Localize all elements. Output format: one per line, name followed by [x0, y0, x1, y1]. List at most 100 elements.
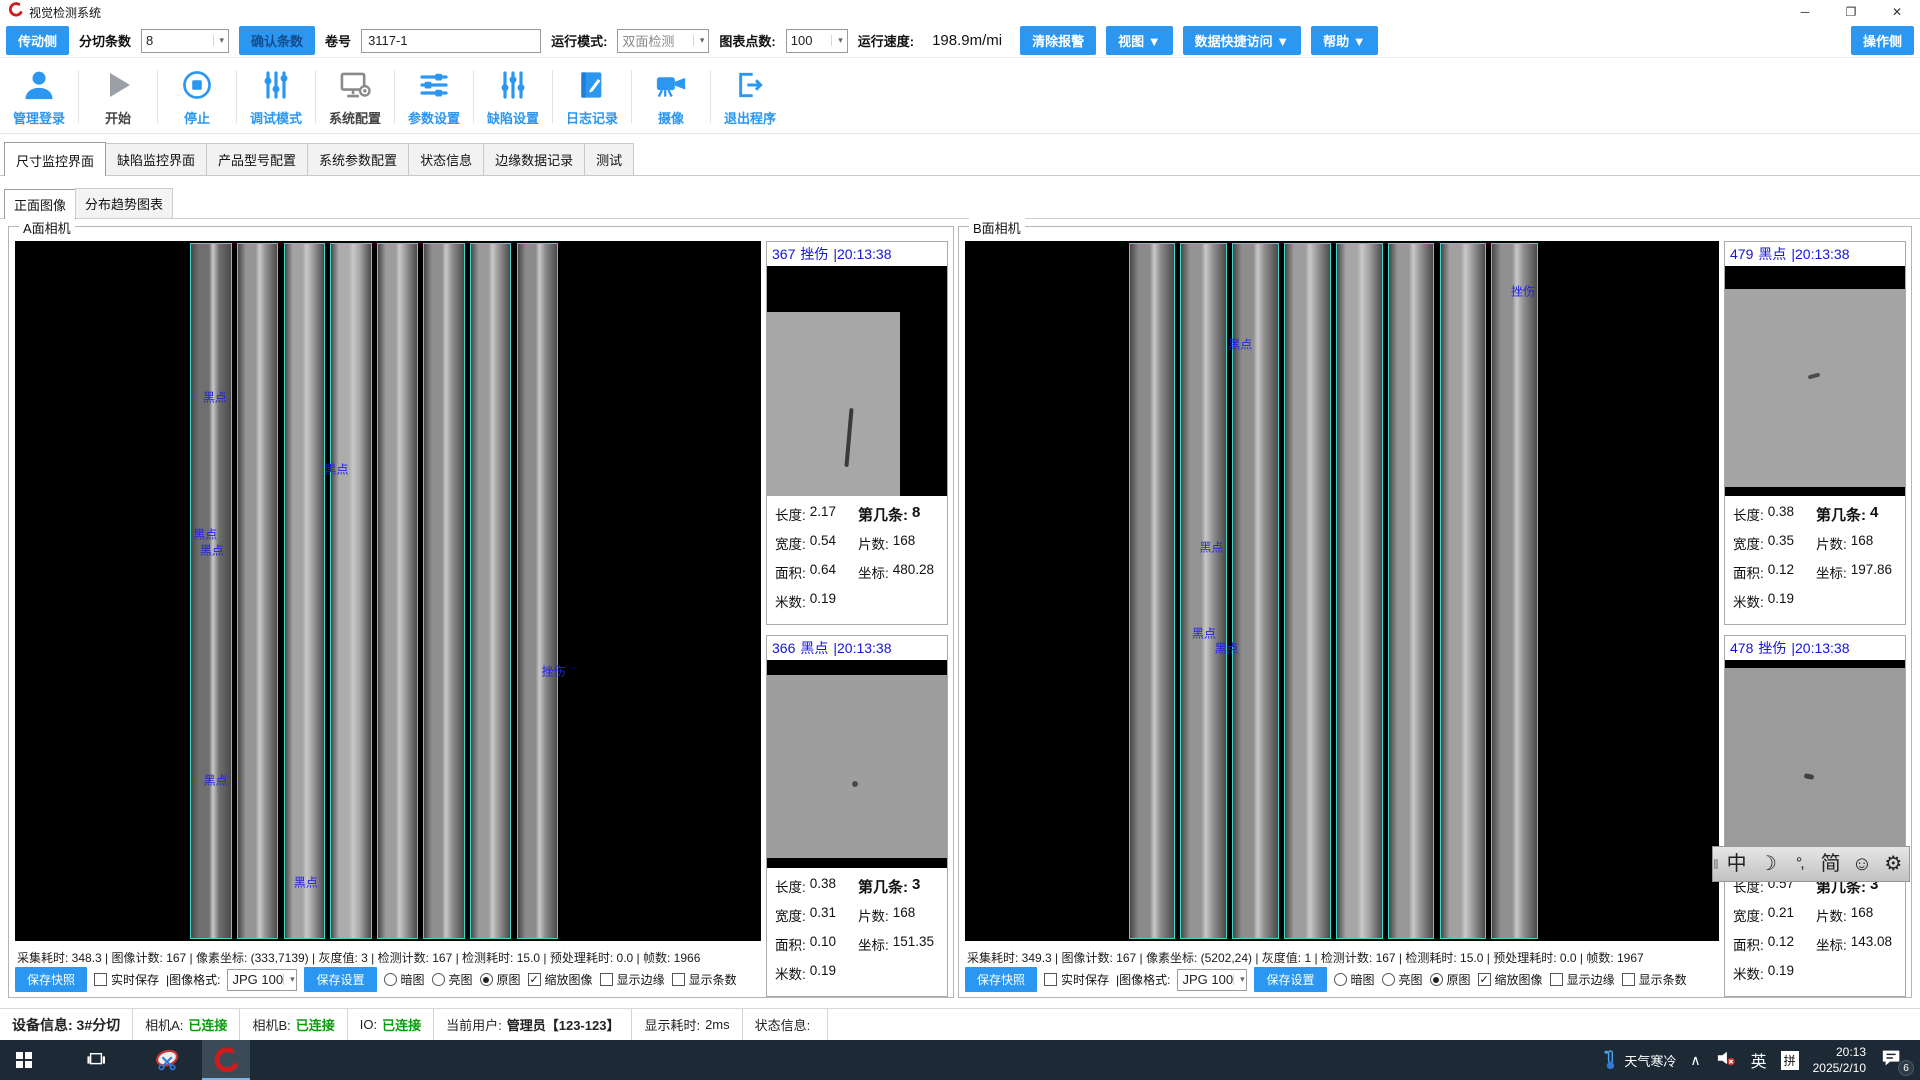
defect-stats-left: 长度:0.38宽度:0.31面积:0.10米数:0.19: [775, 876, 858, 992]
checkbox-显示条数[interactable]: 显示条数: [672, 971, 737, 988]
main-tab-3[interactable]: 系统参数配置: [307, 143, 409, 175]
stat-value: 3: [912, 876, 920, 893]
checkbox-缩放图像[interactable]: ✓缩放图像: [1478, 971, 1543, 988]
clock[interactable]: 20:13 2025/2/10: [1813, 1044, 1866, 1076]
main-tab-4[interactable]: 状态信息: [408, 143, 484, 175]
start-button[interactable]: [0, 1040, 48, 1080]
slit-strip: [1336, 243, 1383, 939]
ime-drag-handle[interactable]: ‖: [1713, 856, 1721, 872]
radio-亮图[interactable]: 亮图: [432, 971, 473, 988]
main-tab-6[interactable]: 测试: [584, 143, 634, 175]
stat-row: 第几条:4: [1816, 504, 1899, 533]
radio-暗图[interactable]: 暗图: [1334, 971, 1375, 988]
run-mode-select[interactable]: 双面检测▾: [617, 29, 709, 53]
clear-alarm-button[interactable]: 清除报警: [1020, 26, 1096, 55]
slit-count-select[interactable]: 8▾: [141, 29, 229, 53]
tool-button-log-book[interactable]: 日志记录: [555, 62, 629, 131]
chevron-down-icon: ▾: [213, 35, 225, 46]
minimize-button[interactable]: ─: [1782, 0, 1828, 24]
ime-settings-icon[interactable]: ⚙: [1878, 854, 1909, 874]
radio-暗图[interactable]: 暗图: [384, 971, 425, 988]
status-label: IO:: [360, 1017, 377, 1032]
sub-tab-0[interactable]: 正面图像: [4, 189, 76, 219]
main-tab-5[interactable]: 边缘数据记录: [483, 143, 585, 175]
checkbox-显示条数[interactable]: 显示条数: [1622, 971, 1687, 988]
stat-label: 面积:: [1733, 562, 1764, 582]
tool-button-sliders-vertical2[interactable]: 缺陷设置: [476, 62, 550, 131]
ime-punctuation-icon[interactable]: °,: [1784, 856, 1815, 872]
data-quick-access-menu-button[interactable]: 数据快捷访问 ▼: [1183, 26, 1301, 55]
help-menu-button[interactable]: 帮助 ▼: [1311, 26, 1377, 55]
weather-widget[interactable]: 天气寒冷: [1602, 1049, 1676, 1071]
tool-button-exit[interactable]: 退出程序: [713, 62, 787, 131]
language-indicator[interactable]: 英: [1751, 1048, 1767, 1072]
radio-dot: [1433, 977, 1439, 983]
vision-app-taskbar-button[interactable]: [202, 1040, 250, 1080]
confirm-count-button[interactable]: 确认条数: [239, 26, 315, 55]
ime-emoji-icon[interactable]: ☺: [1846, 854, 1877, 874]
tool-button-sliders-horizontal[interactable]: 参数设置: [397, 62, 471, 131]
toolbar-divider: [394, 70, 395, 123]
maximize-button[interactable]: ❐: [1828, 0, 1874, 24]
realtime-save-checkbox[interactable]: 实时保存: [94, 971, 159, 988]
tool-button-sliders-vertical[interactable]: 调试模式: [239, 62, 313, 131]
radio-dot: [483, 977, 489, 983]
stat-row: 坐标:151.35: [858, 934, 941, 963]
stat-label: 片数:: [1816, 533, 1847, 553]
realtime-save-checkbox[interactable]: 实时保存: [1044, 971, 1109, 988]
tool-button-video-camera[interactable]: 摄像: [634, 62, 708, 131]
checkbox-显示边缘[interactable]: 显示边缘: [1550, 971, 1615, 988]
sliders-horizontal-icon: [418, 67, 450, 103]
toolbar-divider: [552, 70, 553, 123]
save-settings-button[interactable]: 保存设置: [1254, 967, 1326, 992]
close-button[interactable]: ✕: [1874, 0, 1920, 24]
radio-亮图[interactable]: 亮图: [1382, 971, 1423, 988]
camera-image: 黑点黑点黑点黑点挫伤黑点黑点: [15, 241, 761, 941]
roll-number-input[interactable]: 3117-1: [361, 29, 541, 53]
tool-button-user[interactable]: 管理登录: [2, 62, 76, 131]
main-tab-2[interactable]: 产品型号配置: [206, 143, 308, 175]
workspace: A面相机黑点黑点黑点黑点挫伤黑点黑点367挫伤|20:13:38长度:2.17宽…: [0, 224, 1920, 1000]
snipping-tool-button[interactable]: [144, 1040, 192, 1080]
checkbox-显示边缘[interactable]: 显示边缘: [600, 971, 665, 988]
tool-button-play[interactable]: 开始: [81, 62, 155, 131]
chart-points-select[interactable]: 100▾: [786, 29, 848, 53]
sub-tab-strip: 正面图像分布趋势图表: [0, 192, 1920, 219]
tool-button-stop[interactable]: 停止: [160, 62, 234, 131]
volume-muted-button[interactable]: [1715, 1049, 1737, 1072]
image-format-select[interactable]: JPG 100▾: [227, 969, 297, 991]
ime-mode-chinese[interactable]: 中: [1721, 854, 1752, 874]
camera-panel-title: A面相机: [19, 218, 75, 237]
view-menu-button[interactable]: 视图 ▼: [1106, 26, 1172, 55]
checkbox-icon: [1550, 973, 1563, 986]
save-snapshot-button[interactable]: 保存快照: [965, 967, 1037, 992]
ime-simplified[interactable]: 简: [1815, 854, 1846, 874]
defect-type: 挫伤: [800, 244, 828, 264]
save-settings-button[interactable]: 保存设置: [304, 967, 376, 992]
toolbar-divider: [710, 70, 711, 123]
tray-expand-button[interactable]: ∧: [1690, 1052, 1700, 1069]
ime-fullwidth-icon[interactable]: ☽: [1752, 854, 1783, 874]
notification-center-button[interactable]: 6: [1880, 1047, 1910, 1073]
device-info: 设备信息: 3#分切: [0, 1009, 133, 1040]
stat-row: 面积:0.64: [775, 562, 858, 591]
status-value: 管理员【123-123】: [507, 1015, 620, 1034]
operate-side-button[interactable]: 操作侧: [1851, 26, 1914, 55]
defect-id: 478: [1730, 640, 1753, 656]
defect-thumbnail: [1725, 660, 1905, 868]
save-snapshot-button[interactable]: 保存快照: [15, 967, 87, 992]
task-view-button[interactable]: [72, 1040, 120, 1080]
drive-side-button[interactable]: 传动侧: [6, 26, 69, 55]
radio-原图[interactable]: 原图: [480, 971, 521, 988]
chart-points-label: 图表点数:: [719, 31, 775, 50]
main-tab-0[interactable]: 尺寸监控界面: [4, 142, 106, 176]
checkbox-label: 实时保存: [1061, 971, 1109, 988]
main-tab-1[interactable]: 缺陷监控界面: [105, 143, 207, 175]
checkbox-缩放图像[interactable]: ✓缩放图像: [528, 971, 593, 988]
tool-button-monitor-gear[interactable]: 系统配置: [318, 62, 392, 131]
image-format-select[interactable]: JPG 100▾: [1177, 969, 1247, 991]
radio-原图[interactable]: 原图: [1430, 971, 1471, 988]
stat-row: 米数:0.19: [775, 591, 858, 620]
sub-tab-1[interactable]: 分布趋势图表: [75, 188, 173, 218]
ime-mode-indicator[interactable]: 拼: [1781, 1051, 1799, 1070]
